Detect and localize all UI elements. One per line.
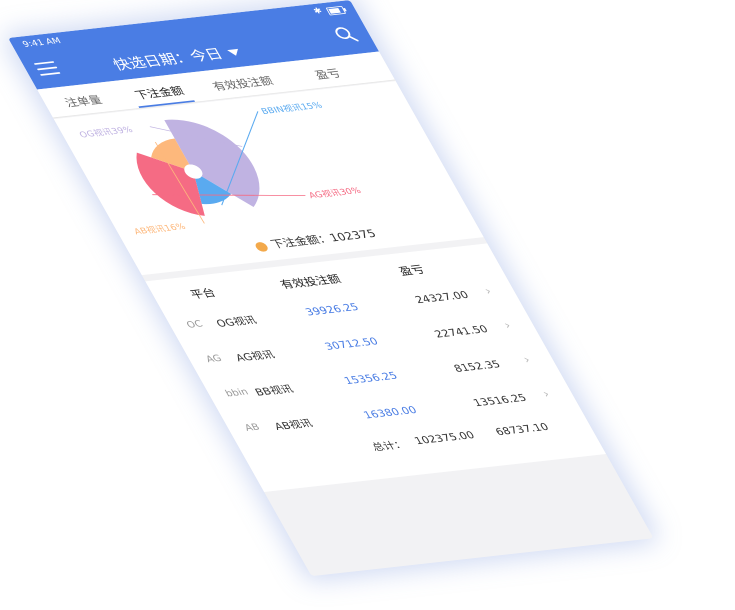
header-platform: 平台 bbox=[188, 287, 219, 302]
valid-bet-value: 16380.00 bbox=[361, 404, 419, 421]
hamburger-icon[interactable] bbox=[33, 61, 61, 76]
header-valid: 有效投注额 bbox=[278, 273, 344, 292]
platform-name: OG视讯 bbox=[214, 314, 259, 330]
slice-label: AG视讯30% bbox=[306, 185, 363, 201]
tab-order-count[interactable]: 注单量 bbox=[61, 91, 105, 110]
chevron-right-icon: › bbox=[482, 284, 495, 298]
tab-profit-loss[interactable]: 盈亏 bbox=[311, 65, 343, 82]
profit-value: 22741.50 bbox=[432, 323, 491, 340]
search-icon[interactable] bbox=[331, 25, 360, 44]
slice-label: AB视讯16% bbox=[132, 221, 189, 237]
bluetooth-icon: ✱ bbox=[311, 6, 325, 17]
chevron-right-icon: › bbox=[540, 387, 553, 401]
chevron-right-icon: › bbox=[501, 319, 514, 333]
slice-label: BBIN视讯15% bbox=[259, 100, 325, 117]
chevron-right-icon: › bbox=[521, 353, 534, 367]
platform-name: AG视讯 bbox=[233, 348, 277, 364]
slice-label: OG视讯39% bbox=[77, 124, 135, 140]
platform-table: 平台 有效投注额 盈亏 OC OG视讯 39926.25 24327.00 › … bbox=[145, 243, 607, 492]
og-logo: OC bbox=[184, 318, 205, 331]
chevron-down-icon bbox=[227, 48, 242, 57]
total-profit: 68737.10 bbox=[493, 420, 551, 438]
total-label: 总计： bbox=[369, 438, 409, 453]
valid-bet-value: 39926.25 bbox=[303, 301, 361, 318]
ab-logo: AB bbox=[242, 421, 262, 434]
tab-valid-bet[interactable]: 有效投注额 bbox=[209, 72, 276, 93]
stage: 9:41 AM ✱ 快选日期：今日 注单量 下注金额 有效投注额 盈亏 OG视讯… bbox=[0, 0, 735, 610]
profit-value: 24327.00 bbox=[412, 288, 471, 306]
header-profit: 盈亏 bbox=[397, 264, 428, 279]
profit-value: 13516.25 bbox=[471, 391, 529, 409]
valid-bet-value: 30712.50 bbox=[322, 335, 381, 353]
profit-value: 8152.35 bbox=[451, 358, 503, 375]
tab-bet-amount[interactable]: 下注金额 bbox=[131, 82, 186, 102]
battery-icon bbox=[325, 5, 347, 16]
phone-screen: 9:41 AM ✱ 快选日期：今日 注单量 下注金额 有效投注额 盈亏 OG视讯… bbox=[8, 0, 654, 577]
platform-name: BB视讯 bbox=[252, 383, 296, 399]
valid-bet-value: 15356.25 bbox=[341, 369, 400, 387]
ag-logo: AG bbox=[203, 352, 224, 365]
bbin-logo: bbin bbox=[223, 386, 251, 399]
platform-name: AB视讯 bbox=[272, 417, 315, 433]
total-valid: 102375.00 bbox=[412, 429, 477, 447]
status-time: 9:41 AM bbox=[21, 36, 63, 50]
